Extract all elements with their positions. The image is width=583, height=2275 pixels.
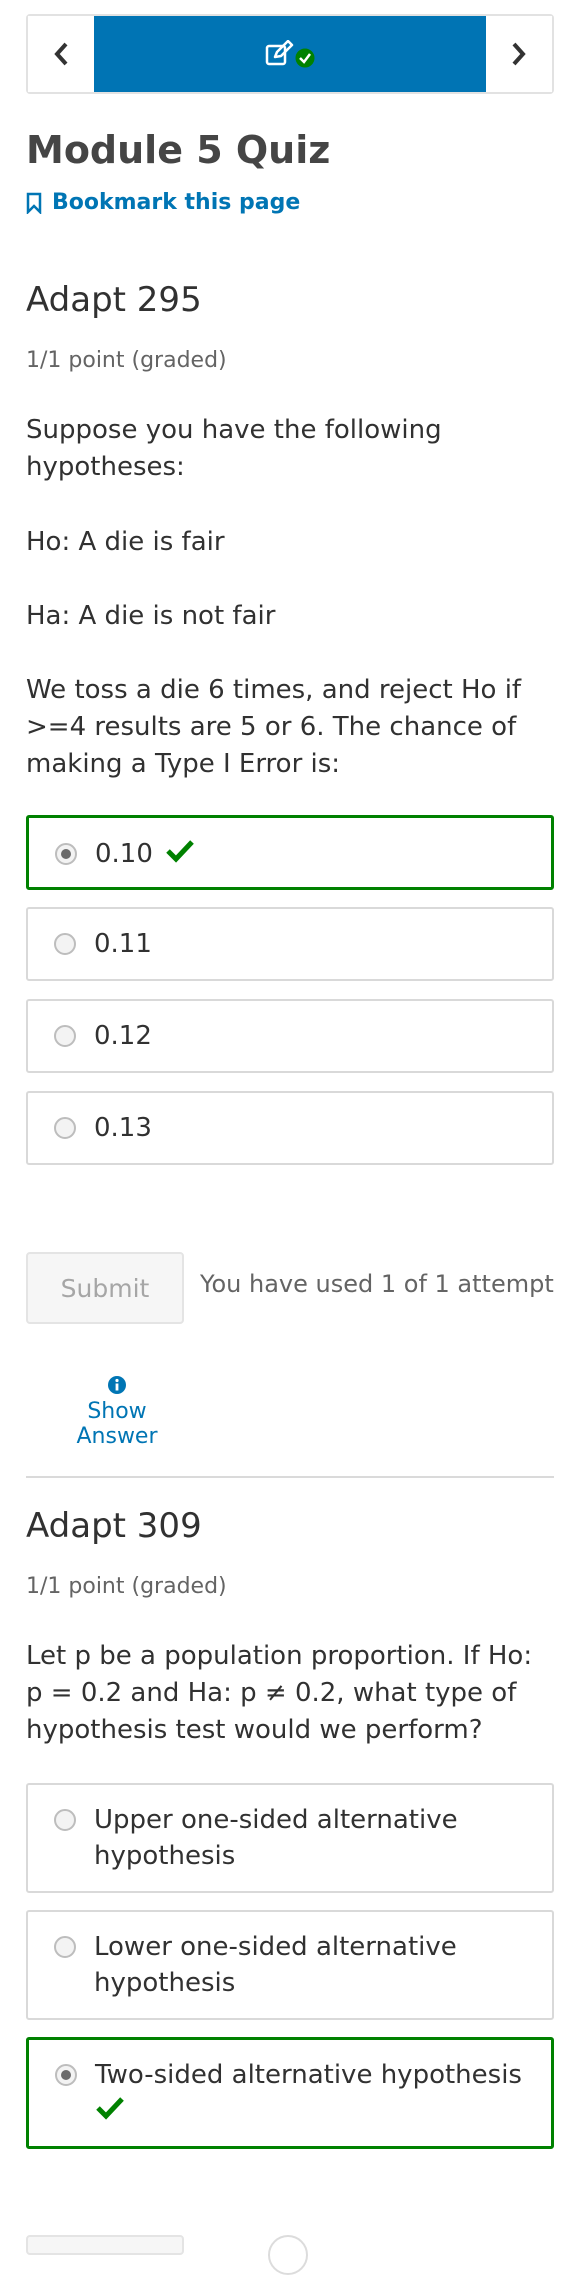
answer-option[interactable]: 0.11 xyxy=(26,907,554,981)
answer-option[interactable]: 0.12 xyxy=(26,999,554,1073)
show-answer-button[interactable]: Show Answer xyxy=(44,1375,190,1449)
hypothesis-alt: Ha: A die is not fair xyxy=(26,601,276,631)
option-label: 0.12 xyxy=(94,1021,152,1051)
question-text: Suppose you have the following hypothese… xyxy=(26,415,442,482)
next-unit-button[interactable] xyxy=(486,16,552,92)
option-label: 0.10 xyxy=(95,839,153,869)
radio-button[interactable] xyxy=(54,1025,76,1047)
radio-button[interactable] xyxy=(54,1936,76,1958)
radio-button-selected[interactable] xyxy=(55,843,77,865)
question-text: We toss a die 6 times, and reject Ho if … xyxy=(26,675,522,779)
submit-button[interactable]: Submit xyxy=(26,1252,184,1324)
section-divider xyxy=(26,1476,554,1478)
bookmark-button[interactable]: Bookmark this page xyxy=(26,190,300,215)
option-label: Lower one-sided alternative hypothesis xyxy=(94,1932,457,1998)
bookmark-icon xyxy=(26,192,42,214)
page-title: Module 5 Quiz xyxy=(26,128,331,172)
submit-button[interactable] xyxy=(26,2235,184,2255)
attempts-status: You have used 1 of 1 attempt xyxy=(200,1270,554,1298)
radio-button[interactable] xyxy=(54,1117,76,1139)
radio-button-selected[interactable] xyxy=(55,2064,77,2086)
answer-option-correct[interactable]: Two-sided alternative hypothesis xyxy=(26,2037,554,2149)
show-answer-label: Show Answer xyxy=(76,1399,158,1449)
problem-title: Adapt 295 xyxy=(26,280,202,320)
hypothesis-null: Ho: A die is fair xyxy=(26,527,225,557)
edit-icon xyxy=(265,40,294,66)
previous-unit-button[interactable] xyxy=(28,16,94,92)
option-label: 0.11 xyxy=(94,929,152,959)
courseware-page: Module 5 Quiz Bookmark this page Adapt 2… xyxy=(0,0,583,2275)
radio-button[interactable] xyxy=(54,1809,76,1831)
option-label: 0.13 xyxy=(94,1113,152,1143)
answer-option[interactable]: 0.13 xyxy=(26,1091,554,1165)
check-circle-icon xyxy=(294,47,316,69)
chevron-left-icon xyxy=(54,42,68,66)
checkmark-icon xyxy=(166,840,194,863)
checkmark-icon xyxy=(96,2097,124,2120)
option-label: Upper one-sided alternative hypothesis xyxy=(94,1805,458,1871)
current-unit-tab[interactable] xyxy=(94,16,486,92)
problem-grade: 1/1 point (graded) xyxy=(26,348,227,373)
problem-grade: 1/1 point (graded) xyxy=(26,1574,227,1599)
show-answer-icon[interactable] xyxy=(268,2235,308,2275)
answer-option[interactable]: Lower one-sided alternative hypothesis xyxy=(26,1910,554,2020)
info-circle-icon xyxy=(108,1376,126,1394)
answer-option[interactable]: Upper one-sided alternative hypothesis xyxy=(26,1783,554,1893)
chevron-right-icon xyxy=(512,42,526,66)
problem-title: Adapt 309 xyxy=(26,1506,202,1546)
sequence-navigation xyxy=(26,14,554,94)
question-text: Let p be a population proportion. If Ho:… xyxy=(26,1641,533,1745)
option-label: Two-sided alternative hypothesis xyxy=(95,2060,522,2090)
bookmark-label: Bookmark this page xyxy=(52,190,301,215)
radio-button[interactable] xyxy=(54,933,76,955)
answer-option-correct[interactable]: 0.10 xyxy=(26,815,554,890)
